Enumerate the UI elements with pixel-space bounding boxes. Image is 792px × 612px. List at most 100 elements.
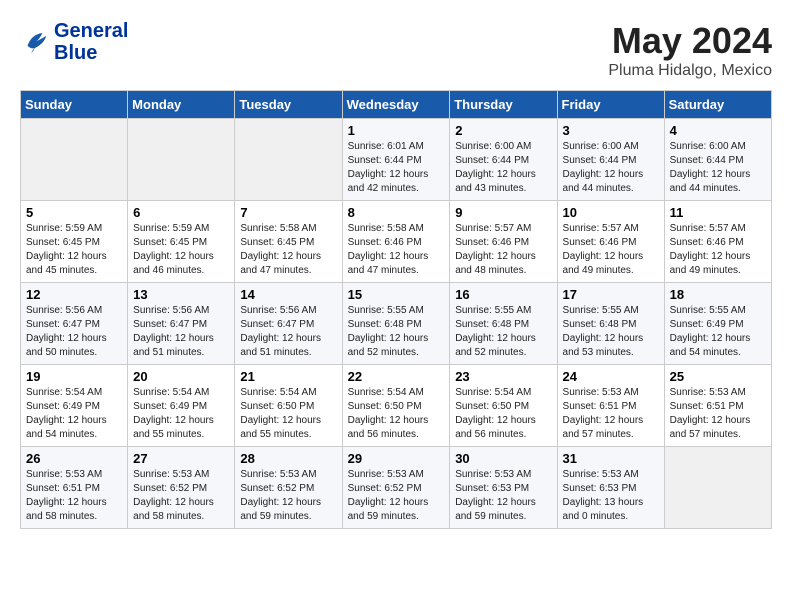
weekday-header: Wednesday xyxy=(342,91,450,119)
day-number: 10 xyxy=(563,205,659,220)
day-number: 17 xyxy=(563,287,659,302)
day-number: 15 xyxy=(348,287,445,302)
day-info: Sunrise: 5:59 AM Sunset: 6:45 PM Dayligh… xyxy=(133,222,229,278)
day-info: Sunrise: 5:57 AM Sunset: 6:46 PM Dayligh… xyxy=(563,222,659,278)
calendar-day-cell: 24 Sunrise: 5:53 AM Sunset: 6:51 PM Dayli… xyxy=(557,365,664,447)
weekday-header: Sunday xyxy=(21,91,128,119)
weekday-header-row: SundayMondayTuesdayWednesdayThursdayFrid… xyxy=(21,91,772,119)
day-info: Sunrise: 5:53 AM Sunset: 6:53 PM Dayligh… xyxy=(455,468,551,524)
calendar-day-cell: 25 Sunrise: 5:53 AM Sunset: 6:51 PM Dayli… xyxy=(664,365,771,447)
day-number: 26 xyxy=(26,451,122,466)
day-info: Sunrise: 5:56 AM Sunset: 6:47 PM Dayligh… xyxy=(26,304,122,360)
calendar-day-cell: 21Sunrise: 5:54 AM Sunset: 6:50 PM Dayli… xyxy=(235,365,342,447)
logo: General Blue xyxy=(20,20,128,64)
day-number: 30 xyxy=(455,451,551,466)
day-info: Sunrise: 5:59 AM Sunset: 6:45 PM Dayligh… xyxy=(26,222,122,278)
day-info: Sunrise: 5:54 AM Sunset: 6:50 PM Dayligh… xyxy=(348,386,445,442)
month-title: May 2024 xyxy=(608,20,772,62)
day-number: 24 xyxy=(563,369,659,384)
day-info: Sunrise: 5:55 AM Sunset: 6:48 PM Dayligh… xyxy=(563,304,659,360)
day-number: 31 xyxy=(563,451,659,466)
calendar-day-cell: 13Sunrise: 5:56 AM Sunset: 6:47 PM Dayli… xyxy=(128,283,235,365)
calendar-week-row: 26 Sunrise: 5:53 AM Sunset: 6:51 PM Dayli… xyxy=(21,447,772,529)
logo-text: General Blue xyxy=(54,20,128,64)
calendar-week-row: 1 Sunrise: 6:01 AM Sunset: 6:44 PM Daylig… xyxy=(21,119,772,201)
day-info: Sunrise: 5:53 AM Sunset: 6:53 PM Dayligh… xyxy=(563,468,659,524)
day-info: Sunrise: 5:53 AM Sunset: 6:52 PM Dayligh… xyxy=(240,468,336,524)
calendar-day-cell: 22 Sunrise: 5:54 AM Sunset: 6:50 PM Dayli… xyxy=(342,365,450,447)
logo-bird-icon xyxy=(20,27,50,57)
day-info: Sunrise: 5:53 AM Sunset: 6:52 PM Dayligh… xyxy=(133,468,229,524)
calendar-day-cell xyxy=(21,119,128,201)
weekday-header: Monday xyxy=(128,91,235,119)
day-number: 20 xyxy=(133,369,229,384)
day-info: Sunrise: 6:00 AM Sunset: 6:44 PM Dayligh… xyxy=(563,140,659,196)
day-info: Sunrise: 5:57 AM Sunset: 6:46 PM Dayligh… xyxy=(670,222,766,278)
calendar-day-cell: 7 Sunrise: 5:58 AM Sunset: 6:45 PM Daylig… xyxy=(235,201,342,283)
calendar-day-cell: 30 Sunrise: 5:53 AM Sunset: 6:53 PM Dayli… xyxy=(450,447,557,529)
day-number: 7 xyxy=(240,205,336,220)
day-info: Sunrise: 5:55 AM Sunset: 6:49 PM Dayligh… xyxy=(670,304,766,360)
calendar-day-cell xyxy=(235,119,342,201)
day-number: 8 xyxy=(348,205,445,220)
day-info: Sunrise: 6:00 AM Sunset: 6:44 PM Dayligh… xyxy=(670,140,766,196)
day-info: Sunrise: 5:53 AM Sunset: 6:51 PM Dayligh… xyxy=(670,386,766,442)
day-info: Sunrise: 5:55 AM Sunset: 6:48 PM Dayligh… xyxy=(455,304,551,360)
calendar-day-cell: 27 Sunrise: 5:53 AM Sunset: 6:52 PM Dayli… xyxy=(128,447,235,529)
calendar-day-cell xyxy=(128,119,235,201)
calendar-day-cell: 3 Sunrise: 6:00 AM Sunset: 6:44 PM Daylig… xyxy=(557,119,664,201)
day-number: 29 xyxy=(348,451,445,466)
calendar-day-cell: 12 Sunrise: 5:56 AM Sunset: 6:47 PM Dayli… xyxy=(21,283,128,365)
day-number: 14 xyxy=(240,287,336,302)
weekday-header: Tuesday xyxy=(235,91,342,119)
day-number: 22 xyxy=(348,369,445,384)
day-number: 3 xyxy=(563,123,659,138)
day-info: Sunrise: 5:55 AM Sunset: 6:48 PM Dayligh… xyxy=(348,304,445,360)
title-block: May 2024 Pluma Hidalgo, Mexico xyxy=(608,20,772,80)
calendar-day-cell: 11 Sunrise: 5:57 AM Sunset: 6:46 PM Dayli… xyxy=(664,201,771,283)
day-number: 6 xyxy=(133,205,229,220)
day-info: Sunrise: 5:58 AM Sunset: 6:45 PM Dayligh… xyxy=(240,222,336,278)
day-info: Sunrise: 5:54 AM Sunset: 6:49 PM Dayligh… xyxy=(26,386,122,442)
calendar-day-cell: 23Sunrise: 5:54 AM Sunset: 6:50 PM Dayli… xyxy=(450,365,557,447)
location: Pluma Hidalgo, Mexico xyxy=(608,62,772,80)
calendar-day-cell: 20Sunrise: 5:54 AM Sunset: 6:49 PM Dayli… xyxy=(128,365,235,447)
day-number: 4 xyxy=(670,123,766,138)
calendar-day-cell: 28 Sunrise: 5:53 AM Sunset: 6:52 PM Dayli… xyxy=(235,447,342,529)
day-info: Sunrise: 5:53 AM Sunset: 6:51 PM Dayligh… xyxy=(563,386,659,442)
calendar-table: SundayMondayTuesdayWednesdayThursdayFrid… xyxy=(20,90,772,529)
calendar-day-cell: 17 Sunrise: 5:55 AM Sunset: 6:48 PM Dayli… xyxy=(557,283,664,365)
calendar-day-cell: 15 Sunrise: 5:55 AM Sunset: 6:48 PM Dayli… xyxy=(342,283,450,365)
day-number: 5 xyxy=(26,205,122,220)
day-number: 1 xyxy=(348,123,445,138)
day-number: 12 xyxy=(26,287,122,302)
calendar-day-cell: 6 Sunrise: 5:59 AM Sunset: 6:45 PM Daylig… xyxy=(128,201,235,283)
day-number: 16 xyxy=(455,287,551,302)
day-number: 27 xyxy=(133,451,229,466)
day-info: Sunrise: 6:01 AM Sunset: 6:44 PM Dayligh… xyxy=(348,140,445,196)
day-info: Sunrise: 5:54 AM Sunset: 6:50 PM Dayligh… xyxy=(240,386,336,442)
calendar-week-row: 5 Sunrise: 5:59 AM Sunset: 6:45 PM Daylig… xyxy=(21,201,772,283)
day-info: Sunrise: 5:56 AM Sunset: 6:47 PM Dayligh… xyxy=(133,304,229,360)
day-number: 28 xyxy=(240,451,336,466)
calendar-day-cell: 16 Sunrise: 5:55 AM Sunset: 6:48 PM Dayli… xyxy=(450,283,557,365)
calendar-day-cell: 1 Sunrise: 6:01 AM Sunset: 6:44 PM Daylig… xyxy=(342,119,450,201)
calendar-day-cell: 14Sunrise: 5:56 AM Sunset: 6:47 PM Dayli… xyxy=(235,283,342,365)
calendar-day-cell: 8 Sunrise: 5:58 AM Sunset: 6:46 PM Daylig… xyxy=(342,201,450,283)
day-info: Sunrise: 5:53 AM Sunset: 6:52 PM Dayligh… xyxy=(348,468,445,524)
calendar-day-cell xyxy=(664,447,771,529)
calendar-day-cell: 18Sunrise: 5:55 AM Sunset: 6:49 PM Dayli… xyxy=(664,283,771,365)
calendar-day-cell: 9Sunrise: 5:57 AM Sunset: 6:46 PM Daylig… xyxy=(450,201,557,283)
day-info: Sunrise: 5:57 AM Sunset: 6:46 PM Dayligh… xyxy=(455,222,551,278)
page-header: General Blue May 2024 Pluma Hidalgo, Mex… xyxy=(20,20,772,80)
day-info: Sunrise: 5:53 AM Sunset: 6:51 PM Dayligh… xyxy=(26,468,122,524)
day-info: Sunrise: 5:58 AM Sunset: 6:46 PM Dayligh… xyxy=(348,222,445,278)
day-number: 2 xyxy=(455,123,551,138)
day-number: 25 xyxy=(670,369,766,384)
day-number: 11 xyxy=(670,205,766,220)
day-info: Sunrise: 6:00 AM Sunset: 6:44 PM Dayligh… xyxy=(455,140,551,196)
calendar-day-cell: 10 Sunrise: 5:57 AM Sunset: 6:46 PM Dayli… xyxy=(557,201,664,283)
weekday-header: Friday xyxy=(557,91,664,119)
calendar-day-cell: 2 Sunrise: 6:00 AM Sunset: 6:44 PM Daylig… xyxy=(450,119,557,201)
calendar-day-cell: 19Sunrise: 5:54 AM Sunset: 6:49 PM Dayli… xyxy=(21,365,128,447)
